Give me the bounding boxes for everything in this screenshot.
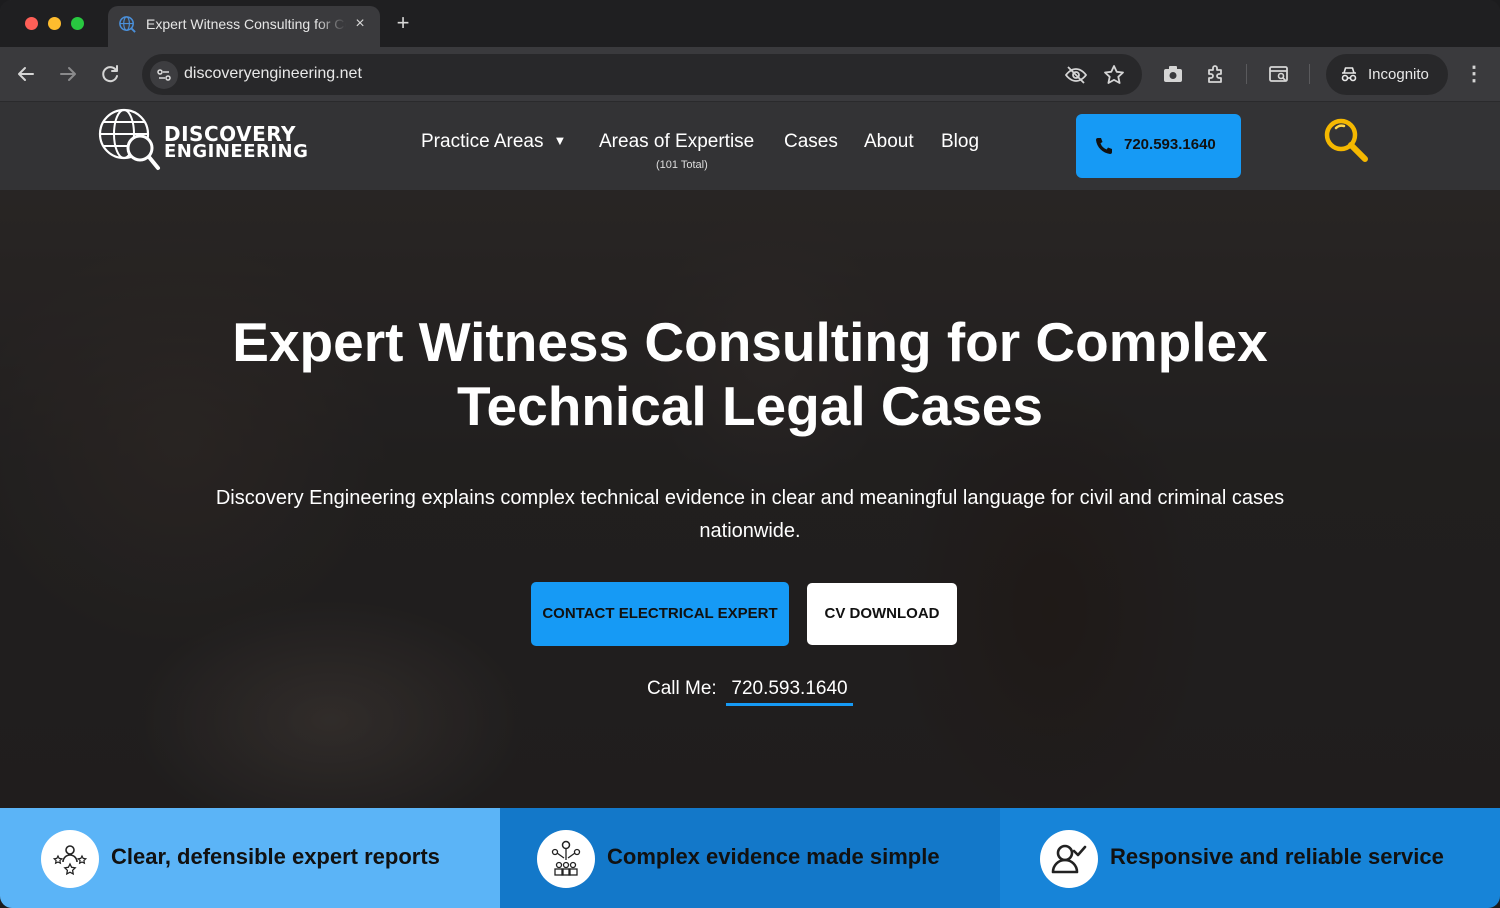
incognito-icon [1341,67,1357,82]
new-tab-button[interactable]: + [392,12,414,34]
nav-practice-areas[interactable]: Practice Areas ▼ [421,131,566,153]
network-people-icon [537,830,595,888]
header-phone-button[interactable]: 720.593.1640 [1076,114,1241,178]
feature-complex-evidence-text: Complex evidence made simple [607,844,940,869]
favicon-globe-icon [119,16,136,33]
feature-responsive-service: Responsive and reliable service [1000,808,1500,908]
toolbar-separator [1246,64,1247,84]
cv-download-button[interactable]: CV DOWNLOAD [807,583,957,645]
minimize-window-button[interactable] [48,17,61,30]
dropdown-caret-icon: ▼ [553,133,567,148]
nav-areas-of-expertise-count: (101 Total) [656,159,708,171]
extensions-puzzle-icon[interactable] [1204,62,1228,86]
tab-title: Expert Witness Consulting for Complex Te… [146,16,346,32]
feature-responsive-service-text: Responsive and reliable service [1110,844,1444,869]
call-me-label: Call Me: [647,678,717,699]
feature-complex-evidence: Complex evidence made simple [500,808,1000,908]
hero-section: Expert Witness Consulting for Complex Te… [0,190,1500,808]
phone-icon [1096,138,1112,154]
logo-text-line2: ENGINEERING [164,141,309,162]
toolbar-separator [1309,64,1310,84]
feature-expert-reports: Clear, defensible expert reports [0,808,500,908]
nav-blog[interactable]: Blog [941,131,979,153]
incognito-label: Incognito [1368,66,1429,83]
site-logo[interactable]: DISCOVERY ENGINEERING [98,108,308,172]
reload-icon[interactable] [98,62,122,86]
logo-globe-icon [98,108,160,170]
url-text[interactable]: discoveryengineering.net [184,65,362,83]
hero-title-line1: Expert Witness Consulting for Complex [232,311,1268,373]
bookmark-star-icon[interactable] [1102,63,1126,87]
address-bar[interactable]: discoveryengineering.net [142,54,1142,95]
contact-expert-button[interactable]: CONTACT ELECTRICAL EXPERT [531,582,789,646]
browser-tab-active[interactable]: Expert Witness Consulting for Complex Te… [108,6,380,47]
close-window-button[interactable] [25,17,38,30]
call-me-phone-link[interactable]: 720.593.1640 [726,678,853,706]
eye-slash-icon[interactable] [1064,63,1088,87]
tab-close-icon[interactable]: × [350,14,370,34]
site-info-icon[interactable] [150,61,178,89]
nav-areas-of-expertise[interactable]: Areas of Expertise [599,131,754,153]
browser-window: Expert Witness Consulting for Complex Te… [0,0,1500,908]
hero-title: Expert Witness Consulting for Complex Te… [0,310,1500,438]
incognito-badge[interactable]: Incognito [1326,54,1448,95]
forward-arrow-icon[interactable] [56,62,80,86]
nav-cases[interactable]: Cases [784,131,838,153]
browser-menu-icon[interactable]: ⋮ [1462,62,1486,86]
site-header: DISCOVERY ENGINEERING Practice Areas ▼ Ar… [0,102,1500,190]
hero-title-line2: Technical Legal Cases [457,375,1043,437]
nav-about[interactable]: About [864,131,914,153]
maximize-window-button[interactable] [71,17,84,30]
nav-practice-areas-label: Practice Areas [421,131,544,152]
stars-team-icon [41,830,99,888]
feature-expert-reports-text: Clear, defensible expert reports [111,844,440,869]
tab-search-icon[interactable] [1267,62,1291,86]
user-check-icon [1040,830,1098,888]
back-arrow-icon[interactable] [14,62,38,86]
header-phone-label: 720.593.1640 [1124,136,1216,153]
tab-strip: Expert Witness Consulting for Complex Te… [0,0,1500,47]
hero-subtitle: Discovery Engineering explains complex t… [215,487,1285,542]
browser-toolbar: discoveryengineering.net Incognito ⋮ [0,47,1500,102]
camera-icon[interactable] [1161,62,1185,86]
search-icon[interactable] [1322,116,1370,164]
